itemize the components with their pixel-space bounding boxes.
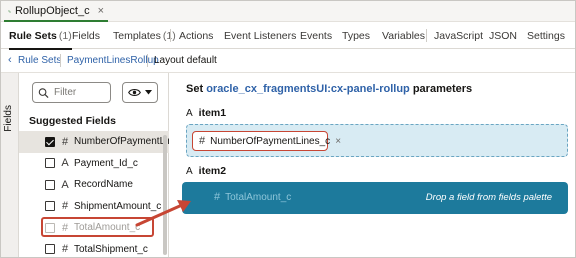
field-item-shipmentamount[interactable]: # ShipmentAmount_c xyxy=(19,196,169,218)
tab-label: JavaScript xyxy=(434,29,484,42)
parameters-editor: Set oracle_cx_fragmentsUI:cx-panel-rollu… xyxy=(170,73,575,257)
tab-divider xyxy=(426,29,427,42)
number-type-icon: # xyxy=(61,200,69,213)
tab-event-listeners[interactable]: Event Listeners xyxy=(224,22,296,49)
breadcrumb-divider xyxy=(147,54,148,67)
view-options-button[interactable] xyxy=(122,82,158,103)
field-name: ShipmentAmount_c xyxy=(74,200,162,212)
text-type-icon: A xyxy=(61,157,69,170)
filter-input[interactable] xyxy=(54,87,110,98)
field-item-numberofpaymentlines[interactable]: # NumberOfPaymentLines_c xyxy=(19,131,169,153)
rollup-object-icon xyxy=(8,9,11,13)
chip-label: NumberOfPaymentLines_c xyxy=(210,135,331,147)
search-icon xyxy=(38,87,49,98)
suggested-fields-heading: Suggested Fields xyxy=(29,115,116,127)
item2-drop-slot[interactable]: # TotalAmount_c Drop a field from fields… xyxy=(182,182,568,214)
main-tab-bar: Rule Sets (1) Fields Templates (1) Actio… xyxy=(1,22,575,50)
text-type-icon: A xyxy=(61,178,69,191)
text-type-icon: A xyxy=(186,165,193,177)
field-name: RecordName xyxy=(74,179,133,191)
chevron-left-icon[interactable]: ‹ xyxy=(8,54,12,66)
tab-label: Templates xyxy=(113,29,161,42)
number-type-icon: # xyxy=(61,135,69,148)
tab-label: Rule Sets xyxy=(9,29,57,42)
field-checkbox[interactable] xyxy=(45,179,55,190)
tab-json[interactable]: JSON xyxy=(489,22,517,49)
tab-types[interactable]: Types xyxy=(342,22,370,49)
field-name: Payment_Id_c xyxy=(74,157,138,169)
document-tab-bar: RollupObject_c × xyxy=(1,1,575,22)
title-suffix: parameters xyxy=(412,83,473,95)
tab-label: Events xyxy=(300,29,333,42)
eye-icon xyxy=(128,89,141,96)
breadcrumb-rule-sets[interactable]: Rule Sets xyxy=(18,55,61,66)
tab-settings[interactable]: Settings xyxy=(527,22,565,49)
text-type-icon: A xyxy=(186,107,193,119)
tab-label: Event Listeners xyxy=(224,29,297,42)
component-name: oracle_cx_fragmentsUI:cx-panel-rollup xyxy=(206,83,410,95)
document-tab-title: RollupObject_c xyxy=(14,5,90,17)
breadcrumb-layout: Layout default xyxy=(154,55,217,66)
number-type-icon: # xyxy=(214,191,221,203)
tab-javascript[interactable]: JavaScript xyxy=(434,22,483,49)
rail-tab-fields[interactable]: Fields xyxy=(3,105,14,132)
editor-title: Set oracle_cx_fragmentsUI:cx-panel-rollu… xyxy=(186,83,472,95)
tab-fields[interactable]: Fields xyxy=(72,22,100,49)
tab-variables[interactable]: Variables xyxy=(382,22,425,49)
tab-count: (1) xyxy=(58,29,72,42)
item1-label: A item1 xyxy=(186,107,226,119)
item-name: item2 xyxy=(198,165,227,177)
field-chip[interactable]: # NumberOfPaymentLines_c × xyxy=(192,131,341,151)
side-rail: Fields xyxy=(1,73,19,257)
item2-label: A item2 xyxy=(186,165,226,177)
field-checkbox[interactable] xyxy=(45,201,55,212)
tab-templates[interactable]: Templates (1) xyxy=(113,22,176,49)
field-list: # NumberOfPaymentLines_c A Payment_Id_c … xyxy=(19,131,169,258)
breadcrumb-ruleset[interactable]: PaymentLinesRollup xyxy=(67,55,159,66)
field-name: TotalShipment_c xyxy=(74,243,148,255)
field-item-totalshipment[interactable]: # TotalShipment_c xyxy=(19,239,169,258)
drop-hint: Drop a field from fields palette xyxy=(425,192,552,203)
dragged-field-preview: # TotalAmount_c xyxy=(214,191,291,203)
item-name: item1 xyxy=(198,107,227,119)
preview-label: TotalAmount_c xyxy=(225,191,292,203)
tab-label: Variables xyxy=(382,29,425,42)
field-item-recordname[interactable]: A RecordName xyxy=(19,174,169,196)
tab-events[interactable]: Events xyxy=(300,22,332,49)
number-type-icon: # xyxy=(61,243,69,256)
panel-scrollbar[interactable] xyxy=(163,135,167,255)
breadcrumb-divider xyxy=(60,54,61,67)
field-item-payment-id[interactable]: A Payment_Id_c xyxy=(19,153,169,175)
tab-label: Types xyxy=(342,29,371,42)
tab-label: Actions xyxy=(179,29,214,42)
remove-icon[interactable]: × xyxy=(335,136,341,147)
field-checkbox[interactable] xyxy=(45,136,55,147)
number-type-icon: # xyxy=(199,135,206,147)
document-tab[interactable]: RollupObject_c × xyxy=(4,2,108,22)
tab-actions[interactable]: Actions xyxy=(179,22,213,49)
tab-label: Settings xyxy=(527,29,565,42)
app-window: RollupObject_c × Rule Sets (1) Fields Te… xyxy=(0,0,576,258)
field-checkbox[interactable] xyxy=(45,244,55,255)
caret-down-icon xyxy=(145,90,152,95)
filter-field[interactable] xyxy=(32,82,111,103)
title-prefix: Set xyxy=(186,83,204,95)
breadcrumb: ‹ Rule Sets PaymentLinesRollup Layout de… xyxy=(1,49,575,73)
tab-rule-sets[interactable]: Rule Sets (1) xyxy=(9,22,72,50)
tab-label: JSON xyxy=(489,29,518,42)
item1-drop-slot[interactable]: # NumberOfPaymentLines_c × xyxy=(186,124,568,157)
field-checkbox[interactable] xyxy=(45,158,55,169)
fields-palette: Suggested Fields # NumberOfPaymentLines_… xyxy=(19,73,169,258)
field-name: NumberOfPaymentLines_c xyxy=(74,136,169,148)
tab-divider xyxy=(170,29,171,42)
highlight-box xyxy=(41,217,154,237)
tab-label: Fields xyxy=(72,29,101,42)
close-icon[interactable]: × xyxy=(98,5,104,17)
